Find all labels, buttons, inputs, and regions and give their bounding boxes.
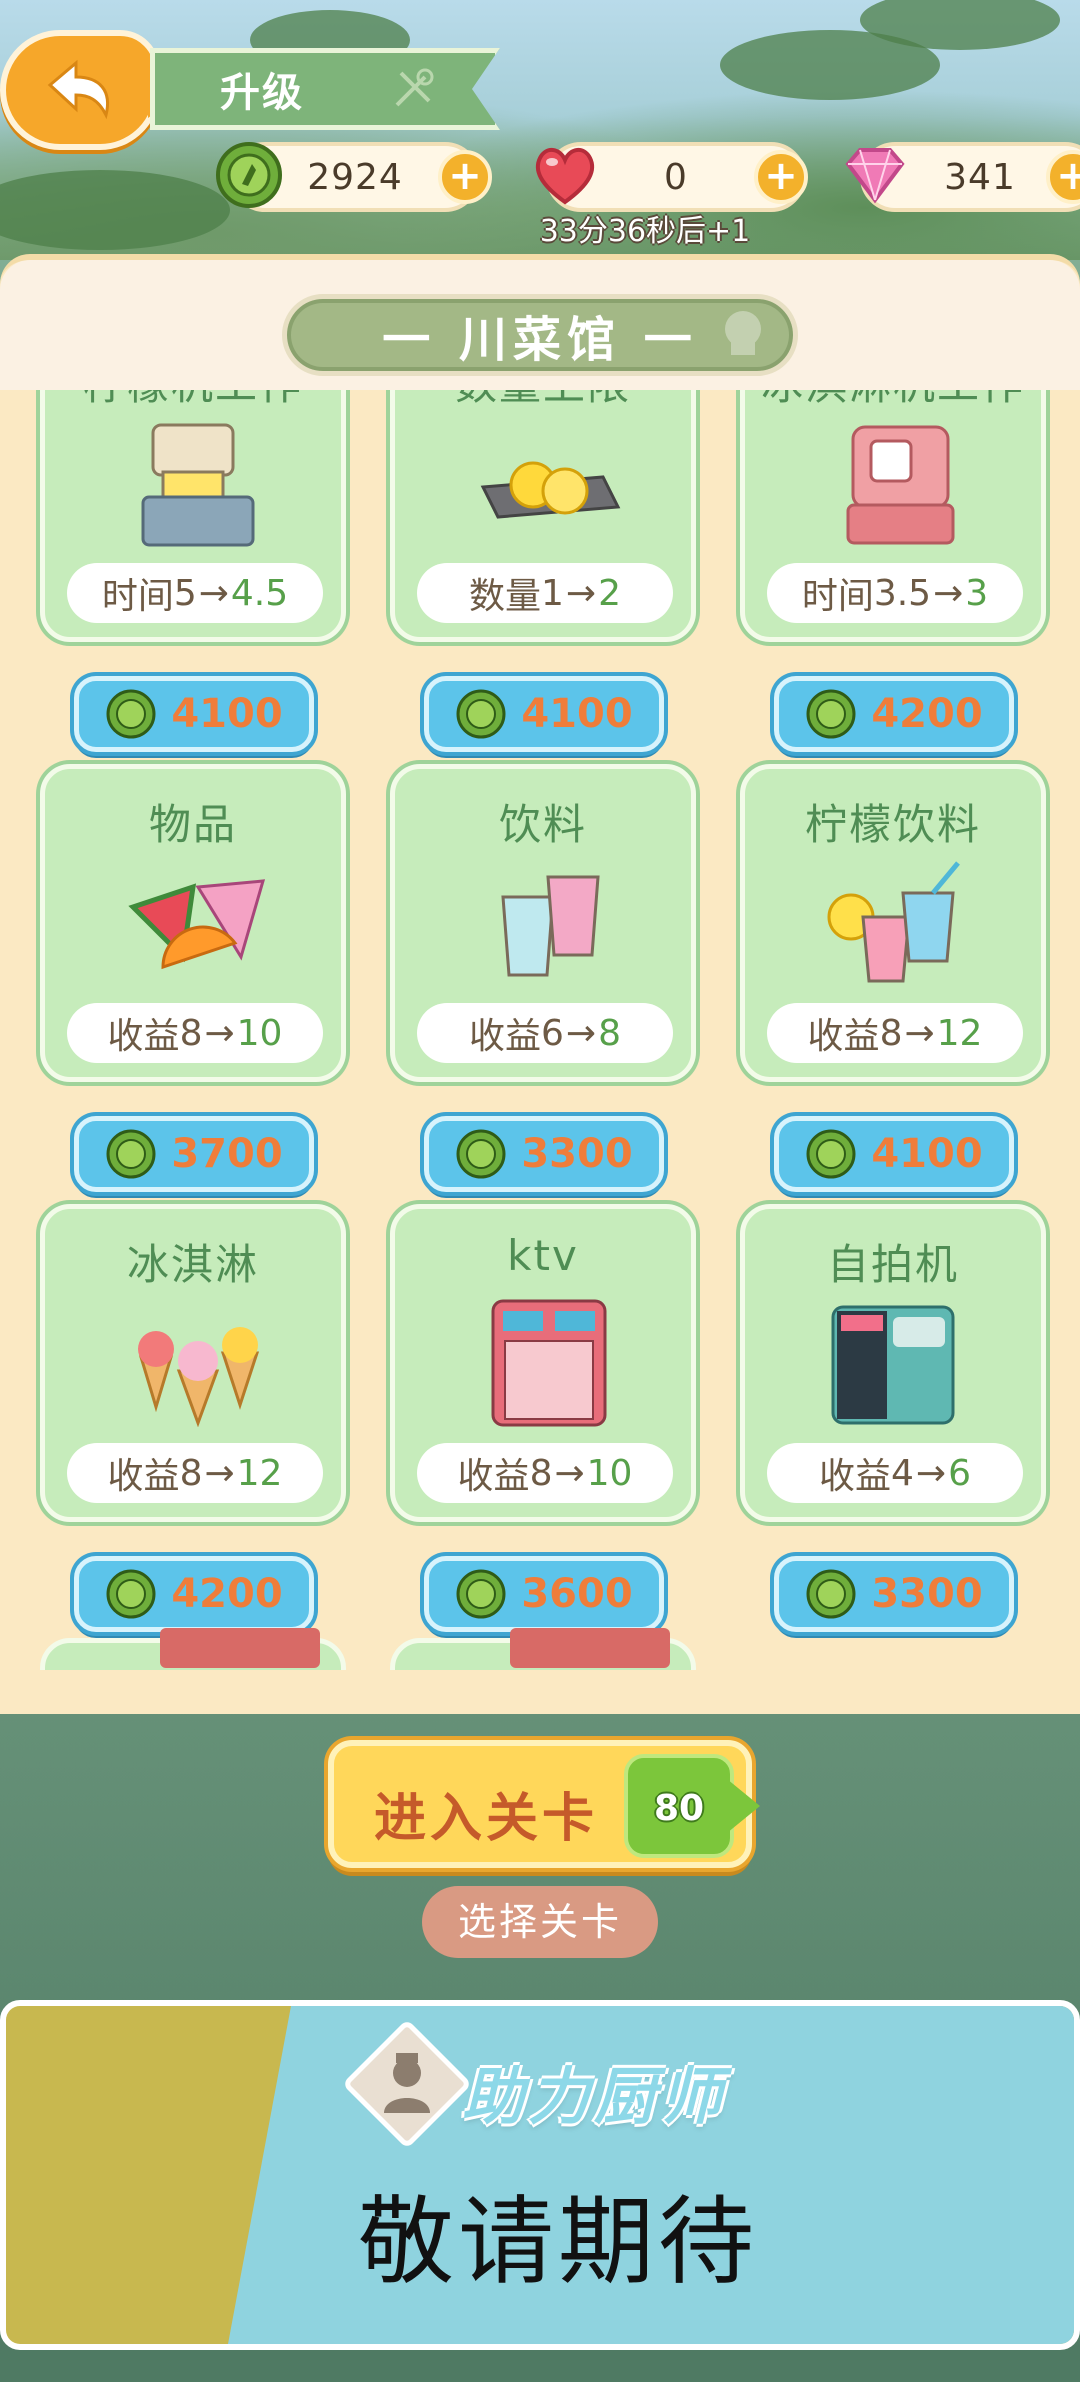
fruit-slices-icon [128,879,266,970]
upgrade-card[interactable]: 数量上限 数量1→2 [390,390,696,642]
lemon-drinks-icon [827,861,960,983]
restaurant-title: 一 川菜馆 一 [282,294,798,376]
heart-timer: 33分36秒后+1 [539,214,751,249]
upgrade-cost-button[interactable]: 3300 [424,1116,664,1192]
upgrade-cost-button[interactable]: 3600 [424,1556,664,1632]
upgrade-stat: 收益 4 → 6 [767,1443,1023,1503]
utensils-icon [395,68,434,107]
upgrade-name: 物品 [148,800,237,849]
upgrade-cost-button[interactable]: 3700 [74,1116,314,1192]
upgrade-cost-button[interactable]: 4100 [774,1116,1014,1192]
heart-count: 0 [664,156,688,198]
upgrade-name: 柠檬机工作 [45,390,341,412]
panel-header: 一 川菜馆 一 [0,260,1080,390]
coin-icon [456,689,506,739]
ktv-booth-icon [491,1299,607,1427]
ribbon-decoration [160,1628,320,1668]
enter-level-label: 进入关卡 [374,1789,599,1849]
ribbon-decoration [510,1628,670,1668]
upgrade-card[interactable]: 冰淇淋 收益 8 → 12 [40,1204,346,1522]
lemon-tray-icon [480,461,621,519]
upgrade-card[interactable]: 柠檬饮料 收益 8 → 12 [740,764,1046,1082]
bottom-background [0,2350,1080,2382]
add-coins-button[interactable]: + [438,150,492,204]
upgrade-name: 柠檬饮料 [804,800,981,849]
upgrade-cost-button[interactable]: 4200 [74,1556,314,1632]
upgrade-cost-button[interactable]: 3300 [774,1556,1014,1632]
upgrade-name: 饮料 [498,800,587,849]
add-hearts-button[interactable]: + [754,150,808,204]
upgrade-name: 数量上限 [395,390,691,412]
lemon-machine-icon [141,423,255,547]
upgrade-stat: 时间 5 → 4.5 [67,563,323,623]
enter-level-button[interactable]: 进入关卡 80 [328,1740,760,1868]
upgrade-stat: 收益 8 → 12 [67,1443,323,1503]
helper-chef-banner: 助力厨师 敬请期待 [0,2000,1080,2350]
drinks-icon [501,875,600,977]
page-title-ribbon: 升级 [150,48,500,130]
upgrade-stat: 收益 6 → 8 [417,1003,673,1063]
upgrade-stat: 收益 8 → 12 [767,1003,1023,1063]
coin-icon [456,1129,506,1179]
coin-icon [806,1129,856,1179]
helper-title: 助力厨师 [462,2060,727,2133]
level-number: 80 [653,1788,705,1829]
upgrade-name: 自拍机 [826,1240,959,1289]
coin-icon [806,689,856,739]
coin-icon [106,689,156,739]
page-title: 升级 [220,70,304,116]
chef-icon [384,2053,430,2113]
upgrade-stat: 收益 8 → 10 [67,1003,323,1063]
upgrade-name: 冰淇淋 [126,1240,259,1289]
chef-hat-icon [725,311,761,355]
upgrade-name: 冰淇淋机工作 [745,390,1041,412]
gem-count: 341 [944,156,1016,198]
diamond-icon [845,148,905,204]
upgrade-cost-button[interactable]: 4100 [74,676,314,752]
restaurant-name: 一 川菜馆 一 [382,312,698,368]
ice-cream-machine-icon [846,425,955,545]
back-button[interactable] [0,30,184,150]
back-arrow-icon [47,59,109,120]
play-icon: 80 [624,1754,760,1858]
upgrade-name: ktv [507,1231,579,1280]
upgrade-cost-button[interactable]: 4200 [774,676,1014,752]
coin-icon [106,1569,156,1619]
upgrade-card[interactable]: 自拍机 收益 4 → 6 [740,1204,1046,1522]
photo-booth-icon [831,1305,955,1425]
upgrade-stat: 收益 8 → 10 [417,1443,673,1503]
heart-icon [535,148,595,205]
upgrade-card[interactable]: 物品 收益 8 → 10 [40,764,346,1082]
upgrade-card[interactable]: 柠檬机工作 时间5→4.5 [40,390,346,642]
upgrade-cost-button[interactable]: 4100 [424,676,664,752]
coming-soon-text: 敬请期待 [358,2186,758,2298]
coin-icon [106,1129,156,1179]
upgrade-card[interactable]: 饮料 收益 6 → 8 [390,764,696,1082]
upgrade-panel: 一 川菜馆 一 柠檬机工作 时间5→4.5 数量上限 [0,254,1080,1714]
ice-cream-icon [138,1327,260,1427]
upgrade-stat: 数量 1 → 2 [417,563,673,623]
coin-icon [456,1569,506,1619]
select-level-button[interactable]: 选择关卡 [422,1886,658,1958]
upgrade-stat: 时间 3.5 → 3 [767,563,1023,623]
coin-count: 2924 [307,156,403,198]
upgrade-grid: 柠檬机工作 时间5→4.5 数量上限 数量1→2 冰淇淋机工作 [0,390,1080,1670]
upgrade-card[interactable]: 冰淇淋机工作 时间3.5→3 [740,390,1046,642]
coin-icon [216,142,282,208]
upgrade-card[interactable]: ktv 收益 8 → 10 [390,1204,696,1522]
coin-icon [806,1569,856,1619]
